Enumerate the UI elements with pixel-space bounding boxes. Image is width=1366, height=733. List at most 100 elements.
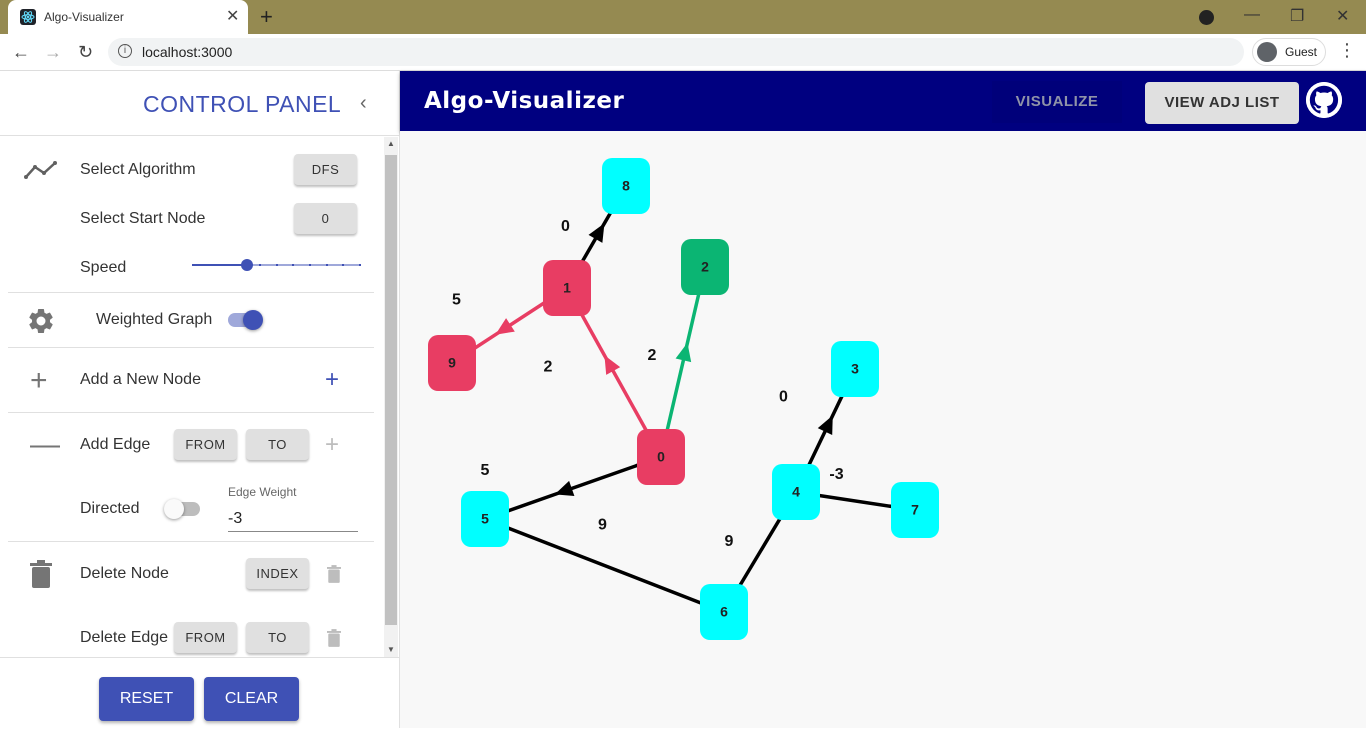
graph-node-5[interactable]: 5: [461, 491, 509, 547]
add-edge-label: Add Edge: [80, 436, 151, 453]
graph-node-7[interactable]: 7: [891, 482, 939, 538]
graph-canvas[interactable]: 2 2 5 0 5 9 9 0 -3 0 1 2 3 4 5 6 7 8 9: [400, 131, 1366, 728]
scrollbar-thumb[interactable]: [385, 155, 397, 625]
graph-svg[interactable]: 2 2 5 0 5 9 9 0 -3 0 1 2 3 4 5 6 7 8 9: [400, 131, 1366, 728]
graph-edge-0-2: [659, 266, 707, 458]
algorithm-select-button[interactable]: DFS: [294, 154, 357, 185]
graph-node-label: 6: [720, 604, 728, 620]
graph-node-1[interactable]: 1: [543, 260, 591, 316]
react-favicon-icon: [20, 9, 36, 25]
view-adj-list-button[interactable]: VIEW ADJ LIST: [1145, 82, 1299, 124]
graph-node-6[interactable]: 6: [700, 584, 748, 640]
graph-node-2[interactable]: 2: [681, 239, 729, 295]
speed-slider-tick: [359, 264, 361, 266]
delete-edge-to-button[interactable]: TO: [246, 622, 309, 653]
divider: [8, 347, 374, 348]
app-bar: Algo-Visualizer VISUALIZE VIEW ADJ LIST: [400, 71, 1366, 131]
edge-weight-label-0-5: 5: [481, 462, 490, 479]
divider: [8, 541, 374, 542]
reload-icon[interactable]: ↻: [78, 42, 93, 63]
add-edge-button[interactable]: +: [325, 431, 339, 459]
add-node-button[interactable]: +: [325, 366, 339, 394]
new-tab-icon[interactable]: +: [260, 4, 273, 30]
edge-weight-label: Edge Weight: [228, 485, 297, 499]
add-node-label: Add a New Node: [80, 371, 201, 388]
clear-button[interactable]: CLEAR: [204, 677, 299, 721]
edge-weight-label-0-2: 2: [648, 347, 657, 364]
delete-edge-from-button[interactable]: FROM: [174, 622, 237, 653]
speed-slider-thumb[interactable]: [241, 259, 253, 271]
weighted-graph-switch-thumb[interactable]: [243, 310, 263, 330]
graph-node-4[interactable]: 4: [772, 464, 820, 520]
app-title: Algo-Visualizer: [424, 88, 625, 114]
edge-weight-input[interactable]: [228, 506, 358, 532]
graph-node-8[interactable]: 8: [602, 158, 650, 214]
divider: [8, 412, 374, 413]
tab-title: Algo-Visualizer: [44, 10, 124, 24]
divider: [8, 292, 374, 293]
speed-slider-fill: [192, 264, 247, 266]
edge-weight-label-4-7: -3: [829, 466, 843, 483]
add-edge-to-button[interactable]: TO: [246, 429, 309, 460]
delete-edge-trash-icon[interactable]: [327, 629, 341, 652]
edge-weight-label-5-6: 9: [598, 517, 607, 534]
graph-node-0[interactable]: 0: [637, 429, 685, 485]
url-text[interactable]: localhost:3000: [142, 44, 232, 60]
add-edge-from-button[interactable]: FROM: [174, 429, 237, 460]
visualize-label: VISUALIZE: [1015, 93, 1099, 110]
profile-button[interactable]: Guest: [1252, 38, 1326, 66]
graph-node-label: 0: [657, 449, 665, 465]
window-close-icon[interactable]: ✕: [1336, 6, 1349, 26]
speed-slider-tick: [208, 264, 211, 266]
tab-search-icon[interactable]: [1199, 10, 1214, 25]
select-start-node-label: Select Start Node: [80, 210, 206, 227]
graph-node-label: 8: [622, 178, 630, 194]
delete-node-index-button[interactable]: INDEX: [246, 558, 309, 589]
weighted-graph-label: Weighted Graph: [96, 311, 213, 328]
control-panel: CONTROL PANEL ‹ Select Algorithm DFS Sel…: [0, 71, 400, 728]
forward-icon[interactable]: →: [44, 42, 62, 63]
minimize-icon[interactable]: —: [1244, 6, 1260, 24]
delete-node-label: Delete Node: [80, 565, 169, 582]
profile-avatar-icon: [1257, 42, 1277, 62]
panel-scrollbar[interactable]: ▲ ▼: [384, 137, 398, 657]
start-node-select-button[interactable]: 0: [294, 203, 357, 234]
tab-close-icon[interactable]: ✕: [226, 6, 239, 26]
edge-weight-label-1-8: 0: [561, 218, 570, 235]
panel-header-divider: [0, 135, 400, 136]
visualize-button[interactable]: VISUALIZE: [992, 81, 1122, 123]
restore-icon[interactable]: ❐: [1290, 6, 1304, 26]
profile-label: Guest: [1285, 45, 1318, 59]
browser-menu-icon[interactable]: ⋮: [1338, 40, 1356, 61]
speed-slider-tick: [308, 264, 311, 266]
control-panel-title: CONTROL PANEL: [143, 91, 342, 117]
scroll-up-icon[interactable]: ▲: [387, 139, 395, 148]
collapse-panel-icon[interactable]: ‹: [360, 92, 367, 115]
panel-footer-divider: [0, 657, 400, 658]
browser-tab[interactable]: Algo-Visualizer ✕: [8, 0, 248, 34]
back-icon[interactable]: ←: [12, 42, 30, 63]
graph-node-label: 9: [448, 355, 456, 371]
directed-switch-thumb[interactable]: [164, 499, 184, 519]
speed-slider-tick: [225, 264, 228, 266]
delete-node-trash-icon[interactable]: [327, 565, 341, 588]
github-icon[interactable]: [1306, 82, 1342, 118]
graph-node-label: 2: [701, 259, 709, 275]
graph-node-9[interactable]: 9: [428, 335, 476, 391]
speed-slider-tick: [275, 264, 278, 266]
graph-node-label: 4: [792, 484, 800, 500]
graph-node-3[interactable]: 3: [831, 341, 879, 397]
site-info-icon[interactable]: i: [118, 44, 132, 58]
browser-toolbar: ← → ↻ i localhost:3000 Guest ⋮: [0, 34, 1366, 71]
edge-weight-label-1-9: 5: [452, 292, 461, 309]
reset-button[interactable]: RESET: [99, 677, 194, 721]
scroll-down-icon[interactable]: ▼: [387, 645, 395, 654]
edge-weight-label-4-3: 0: [779, 389, 788, 406]
speed-slider-tick: [325, 264, 328, 266]
edge-weight-label-0-1: 2: [544, 359, 553, 376]
address-bar[interactable]: i localhost:3000: [108, 38, 1244, 66]
speed-label: Speed: [80, 259, 127, 276]
timeline-icon: [24, 159, 58, 186]
graph-node-label: 5: [481, 511, 489, 527]
speed-slider-tick: [342, 264, 345, 266]
